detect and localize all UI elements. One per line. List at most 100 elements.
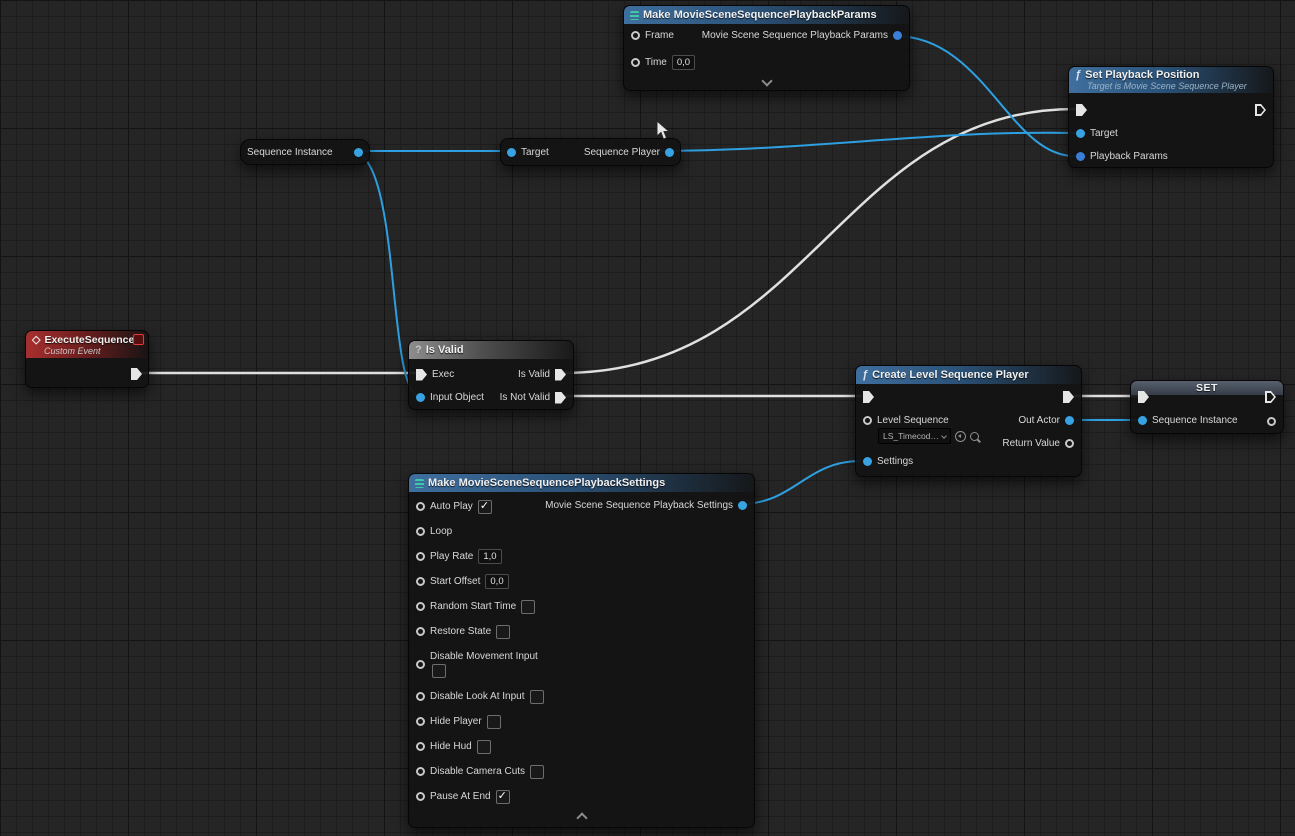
disable-camera-cuts-checkbox[interactable] bbox=[530, 765, 544, 779]
pin-row: Hide Hud bbox=[409, 734, 754, 759]
chevron-down-icon[interactable] bbox=[761, 75, 772, 86]
node-header[interactable]: ƒ Create Level Sequence Player bbox=[856, 366, 1081, 384]
settings-pin-label: Settings bbox=[877, 456, 913, 467]
auto-play-checkbox[interactable] bbox=[478, 500, 492, 514]
node-header[interactable]: ƒ Set Playback Position Target is Movie … bbox=[1069, 67, 1273, 93]
disable-movement-input-checkbox[interactable] bbox=[432, 664, 446, 678]
node-get-sequence-instance[interactable]: Sequence Instance bbox=[240, 139, 370, 165]
play-rate-pin[interactable] bbox=[416, 552, 425, 561]
level-sequence-pin[interactable] bbox=[863, 416, 872, 425]
random-start-time-checkbox[interactable] bbox=[521, 600, 535, 614]
pin-row: Play Rate 1,0 bbox=[409, 544, 754, 569]
node-header[interactable]: SET bbox=[1131, 381, 1283, 395]
hide-player-label: Hide Player bbox=[430, 716, 482, 727]
disable-camera-cuts-pin[interactable] bbox=[416, 767, 425, 776]
disable-look-at-input-checkbox[interactable] bbox=[530, 690, 544, 704]
exec-out-pin[interactable] bbox=[131, 368, 142, 380]
restore-state-pin[interactable] bbox=[416, 627, 425, 636]
settings-output-pin[interactable] bbox=[738, 501, 747, 510]
blueprint-graph-canvas[interactable]: { "graph": { "editor": "Unreal Engine Bl… bbox=[0, 0, 1295, 836]
exec-pin-label: Exec bbox=[432, 369, 454, 380]
sequence-instance-out-pin[interactable] bbox=[1267, 417, 1276, 426]
collapse-row bbox=[624, 75, 909, 87]
pin-row: Pause At End bbox=[409, 784, 754, 809]
node-create-level-sequence-player[interactable]: ƒ Create Level Sequence Player Level Seq… bbox=[855, 365, 1082, 477]
disable-movement-input-pin[interactable] bbox=[416, 660, 425, 669]
mouse-cursor bbox=[655, 120, 675, 142]
sequence-instance-pin-label: Sequence Instance bbox=[1152, 415, 1238, 426]
use-selected-asset-icon[interactable] bbox=[955, 431, 966, 442]
play-rate-input[interactable]: 1,0 bbox=[478, 549, 501, 564]
target-pin[interactable] bbox=[507, 148, 516, 157]
exec-out-pin[interactable] bbox=[1063, 391, 1074, 403]
node-set-playback-position[interactable]: ƒ Set Playback Position Target is Movie … bbox=[1068, 66, 1274, 168]
is-valid-exec-out-pin[interactable] bbox=[555, 369, 566, 381]
pin-row: Movie Scene Sequence Playback Params bbox=[695, 30, 909, 41]
disable-look-at-input-pin[interactable] bbox=[416, 692, 425, 701]
is-not-valid-exec-out-pin[interactable] bbox=[555, 392, 566, 404]
node-set-sequence-instance[interactable]: SET Sequence Instance bbox=[1130, 380, 1284, 434]
target-pin[interactable] bbox=[1076, 129, 1085, 138]
hide-player-pin[interactable] bbox=[416, 717, 425, 726]
time-value-input[interactable]: 0,0 bbox=[672, 55, 695, 70]
asset-picker-row: LS_TimecodePr bbox=[871, 428, 986, 444]
pause-at-end-checkbox[interactable] bbox=[496, 790, 510, 804]
restore-state-checkbox[interactable] bbox=[496, 625, 510, 639]
node-title: SET bbox=[1196, 382, 1218, 394]
node-get-sequence-player[interactable]: Target Sequence Player bbox=[500, 138, 681, 166]
hide-hud-checkbox[interactable] bbox=[477, 740, 491, 754]
node-is-valid[interactable]: ? Is Valid Exec Is Valid Input Object Is… bbox=[408, 340, 574, 410]
wire-settings-createplayer[interactable] bbox=[740, 461, 861, 504]
pin-row: Random Start Time bbox=[409, 594, 754, 619]
node-header[interactable]: Make MovieSceneSequencePlaybackSettings bbox=[409, 474, 754, 492]
playback-params-pin-label: Playback Params bbox=[1090, 151, 1168, 162]
loop-pin[interactable] bbox=[416, 527, 425, 536]
exec-out-pin[interactable] bbox=[1255, 104, 1266, 116]
playback-params-output-pin[interactable] bbox=[893, 31, 902, 40]
out-actor-pin[interactable] bbox=[1065, 416, 1074, 425]
sequence-instance-in-pin[interactable] bbox=[1138, 416, 1147, 425]
start-offset-pin[interactable] bbox=[416, 577, 425, 586]
frame-pin[interactable] bbox=[631, 31, 640, 40]
chevron-up-icon[interactable] bbox=[576, 812, 587, 823]
exec-in-pin[interactable] bbox=[863, 391, 874, 403]
random-start-time-pin[interactable] bbox=[416, 602, 425, 611]
input-object-pin-label: Input Object bbox=[430, 392, 484, 403]
out-actor-pin-label: Out Actor bbox=[1018, 415, 1060, 426]
pin-row: Level Sequence bbox=[856, 415, 956, 426]
wire-sequenceplayer-target[interactable] bbox=[655, 133, 1076, 151]
hide-player-checkbox[interactable] bbox=[487, 715, 501, 729]
sequence-instance-output-pin[interactable] bbox=[354, 148, 363, 157]
node-header[interactable]: ◇ ExecuteSequence Custom Event bbox=[26, 331, 148, 358]
make-struct-icon bbox=[630, 11, 639, 20]
event-diamond-icon: ◇ bbox=[32, 333, 40, 346]
node-header[interactable]: ? Is Valid bbox=[409, 341, 573, 359]
exec-out-pin[interactable] bbox=[1265, 391, 1276, 403]
sequence-player-output-pin[interactable] bbox=[665, 148, 674, 157]
node-make-playback-settings[interactable]: Make MovieSceneSequencePlaybackSettings … bbox=[408, 473, 755, 828]
time-pin[interactable] bbox=[631, 58, 640, 67]
hide-hud-pin[interactable] bbox=[416, 742, 425, 751]
pin-row: Target bbox=[1069, 128, 1125, 139]
restore-state-label: Restore State bbox=[430, 626, 491, 637]
disable-movement-input-label: Disable Movement Input bbox=[430, 651, 538, 662]
start-offset-input[interactable]: 0,0 bbox=[485, 574, 508, 589]
return-value-pin[interactable] bbox=[1065, 439, 1074, 448]
pause-at-end-pin[interactable] bbox=[416, 792, 425, 801]
node-header[interactable]: Make MovieSceneSequencePlaybackParams bbox=[624, 6, 909, 24]
output-pin-label: Movie Scene Sequence Playback Params bbox=[702, 30, 888, 41]
node-execute-sequence-event[interactable]: ◇ ExecuteSequence Custom Event bbox=[25, 330, 149, 388]
input-object-pin[interactable] bbox=[416, 393, 425, 402]
playback-params-pin[interactable] bbox=[1076, 152, 1085, 161]
browse-asset-icon[interactable] bbox=[970, 432, 979, 441]
pin-row: Playback Params bbox=[1069, 151, 1175, 162]
exec-in-pin[interactable] bbox=[1138, 391, 1149, 403]
node-title: ExecuteSequence bbox=[44, 334, 134, 346]
settings-pin[interactable] bbox=[863, 457, 872, 466]
exec-in-pin[interactable] bbox=[416, 369, 427, 381]
asset-dropdown[interactable]: LS_TimecodePr bbox=[878, 428, 951, 444]
exec-in-pin[interactable] bbox=[1076, 104, 1087, 116]
node-make-playback-params[interactable]: Make MovieSceneSequencePlaybackParams Fr… bbox=[623, 5, 910, 91]
auto-play-pin[interactable] bbox=[416, 502, 425, 511]
frame-pin-label: Frame bbox=[645, 30, 674, 41]
